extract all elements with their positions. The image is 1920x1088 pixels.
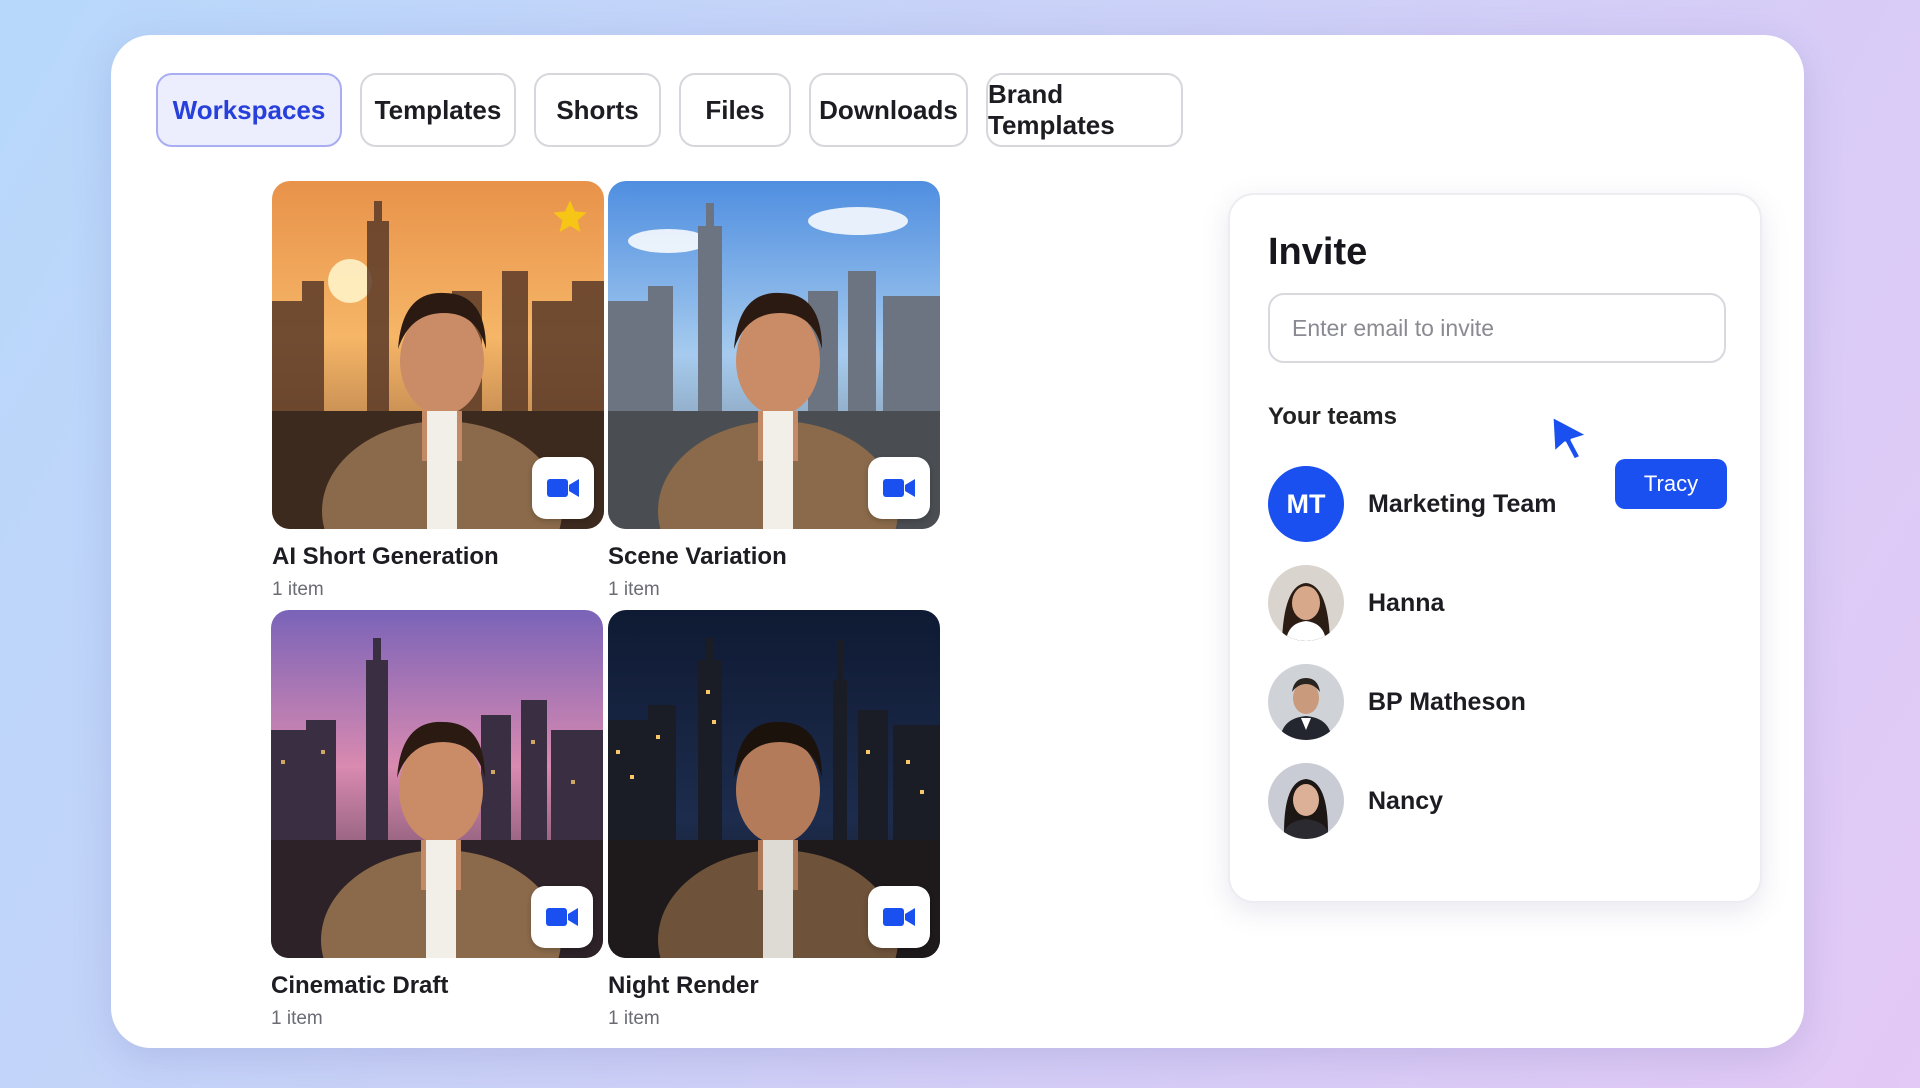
video-badge[interactable] — [868, 457, 930, 519]
avatar-photo — [1268, 763, 1344, 839]
team-member-name: Marketing Team — [1368, 489, 1557, 518]
workspace-title: AI Short Generation — [272, 543, 499, 570]
tab-workspaces[interactable]: Workspaces — [156, 73, 342, 147]
tab-files[interactable]: Files — [679, 73, 791, 147]
avatar-photo — [1268, 565, 1344, 641]
workspace-item-count: 1 item — [272, 579, 324, 600]
workspace-card: Workspaces Templates Shorts Files Downlo… — [111, 35, 1804, 1048]
cursor-pointer-icon — [1550, 414, 1590, 462]
workspace-tile[interactable]: AI Short Generation 1 item — [272, 181, 604, 601]
workspace-item-count: 1 item — [608, 579, 660, 600]
workspace-title: Scene Variation — [608, 543, 787, 570]
tab-shorts[interactable]: Shorts — [534, 73, 661, 147]
workspace-item-count: 1 item — [608, 1008, 660, 1029]
teams-label: Your teams — [1268, 403, 1397, 430]
avatar-photo — [1268, 664, 1344, 740]
workspace-thumbnail[interactable] — [271, 610, 603, 958]
video-camera-icon — [547, 479, 579, 497]
tab-brand-templates[interactable]: Brand Templates — [986, 73, 1183, 147]
avatar — [1268, 565, 1344, 641]
team-member-row[interactable]: Hanna — [1268, 565, 1444, 641]
invite-panel: Invite Your teams Tracy MT Marketing Tea… — [1228, 193, 1762, 903]
team-member-name: Nancy — [1368, 786, 1444, 815]
workspace-thumbnail[interactable] — [608, 181, 940, 529]
video-camera-icon — [546, 908, 578, 926]
tab-downloads[interactable]: Downloads — [809, 73, 968, 147]
invite-email-input[interactable] — [1268, 293, 1726, 363]
team-member-row[interactable]: Nancy — [1268, 763, 1443, 839]
workspace-title: Night Render — [608, 972, 759, 999]
star-icon[interactable] — [550, 197, 590, 237]
workspace-tile[interactable]: Cinematic Draft 1 item — [271, 610, 603, 1030]
video-badge[interactable] — [531, 886, 593, 948]
collaborator-cursor-tag[interactable]: Tracy — [1615, 459, 1727, 509]
team-member-row[interactable]: BP Matheson — [1268, 664, 1526, 740]
video-badge[interactable] — [532, 457, 594, 519]
tab-templates[interactable]: Templates — [360, 73, 516, 147]
avatar — [1268, 763, 1344, 839]
video-camera-icon — [883, 908, 915, 926]
invite-title: Invite — [1268, 231, 1368, 273]
team-member-row[interactable]: MT Marketing Team — [1268, 466, 1556, 542]
tab-bar: Workspaces Templates Shorts Files Downlo… — [156, 73, 1201, 147]
workspace-tile[interactable]: Night Render 1 item — [608, 610, 940, 1030]
workspace-title: Cinematic Draft — [271, 972, 449, 999]
workspace-tile[interactable]: Scene Variation 1 item — [608, 181, 940, 601]
team-member-name: BP Matheson — [1368, 687, 1526, 716]
workspace-thumbnail[interactable] — [608, 610, 940, 958]
video-camera-icon — [883, 479, 915, 497]
workspace-thumbnail[interactable] — [272, 181, 604, 529]
avatar — [1268, 664, 1344, 740]
team-member-name: Hanna — [1368, 588, 1445, 617]
video-badge[interactable] — [868, 886, 930, 948]
workspace-item-count: 1 item — [271, 1008, 323, 1029]
avatar: MT — [1268, 466, 1344, 542]
